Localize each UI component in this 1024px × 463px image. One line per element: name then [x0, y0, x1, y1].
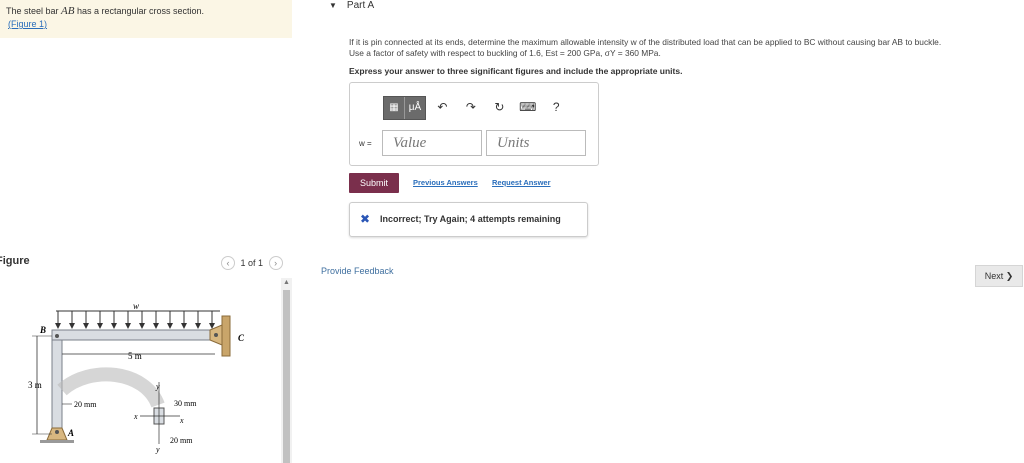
feedback-box: ✖ Incorrect; Try Again; 4 attempts remai…: [349, 202, 588, 237]
problem-line-1: If it is pin connected at its ends, dete…: [349, 37, 942, 47]
intro-text: The steel bar AB has a rectangular cross…: [6, 6, 204, 17]
math-toolbar: ▦ μÅ ↶ ↷ ↻ ⌨ ?: [383, 96, 568, 120]
variable-label: w =: [359, 139, 372, 148]
reset-icon[interactable]: ↻: [487, 96, 511, 118]
keyboard-icon[interactable]: ⌨: [516, 96, 540, 118]
scroll-thumb[interactable]: [283, 290, 290, 463]
label-axis-x-left: x: [133, 412, 138, 421]
intro-bar-name: AB: [61, 5, 75, 17]
label-w: w: [133, 301, 139, 311]
provide-feedback-link[interactable]: Provide Feedback: [321, 266, 394, 276]
label-span: 5 m: [128, 351, 142, 361]
beam-bc: [51, 329, 221, 341]
scroll-up-icon[interactable]: ▲: [281, 278, 292, 288]
chevron-right-icon: ❯: [1005, 271, 1014, 281]
units-icon[interactable]: μÅ: [405, 97, 425, 119]
toolbar-group: ▦ μÅ: [383, 96, 426, 120]
intro-text-after: has a rectangular cross section.: [74, 6, 205, 16]
label-c: C: [238, 333, 245, 343]
figure-scrollbar[interactable]: ▲: [281, 278, 292, 463]
problem-line-2: Use a factor of safety with respect to b…: [349, 48, 661, 58]
problem-statement: If it is pin connected at its ends, dete…: [349, 37, 1019, 59]
figure-pager: ‹ 1 of 1 ›: [221, 256, 283, 270]
label-a: A: [67, 428, 74, 438]
figure-title: Figure: [0, 255, 30, 267]
template-icon[interactable]: ▦: [384, 97, 404, 119]
collapse-triangle-icon[interactable]: ▼: [329, 1, 337, 10]
undo-icon[interactable]: ↶: [430, 96, 454, 118]
submit-button[interactable]: Submit: [349, 173, 399, 193]
help-icon[interactable]: ?: [544, 96, 568, 118]
answer-box: ▦ μÅ ↶ ↷ ↻ ⌨ ? w = Value Units: [349, 82, 599, 166]
intro-banner: The steel bar AB has a rectangular cross…: [0, 0, 292, 38]
intro-text-before: The steel bar: [6, 6, 62, 16]
label-axis-y-bottom: y: [155, 445, 160, 454]
instruction: Express your answer to three significant…: [349, 66, 683, 76]
chevron-right-icon[interactable]: ›: [268, 256, 283, 270]
figure-link[interactable]: (Figure 1): [8, 19, 47, 29]
units-input[interactable]: Units: [486, 130, 586, 156]
wall-c: [221, 315, 231, 357]
part-a-header[interactable]: ▼ Part A: [329, 0, 374, 11]
label-axis-x-right: x: [179, 416, 184, 425]
chevron-left-icon[interactable]: ‹: [221, 256, 235, 270]
next-button[interactable]: Next ❯: [975, 265, 1023, 287]
label-section-height: 30 mm: [174, 399, 197, 408]
incorrect-x-icon: ✖: [360, 212, 371, 226]
feedback-message: Incorrect; Try Again; 4 attempts remaini…: [380, 214, 561, 224]
next-label: Next: [984, 271, 1004, 281]
request-answer-link[interactable]: Request Answer: [492, 178, 551, 187]
previous-answers-link[interactable]: Previous Answers: [413, 178, 478, 187]
part-title: Part A: [346, 0, 375, 11]
label-axis-y-top: y: [155, 382, 160, 391]
pager-text: 1 of 1: [240, 258, 264, 268]
label-width-side: 20 mm: [74, 400, 97, 409]
figure-diagram: w B C A 5 m 3 m 20 mm 30 mm 20 mm x x y …: [28, 301, 245, 454]
label-b: B: [39, 325, 46, 335]
redo-icon[interactable]: ↷: [459, 96, 483, 118]
value-input[interactable]: Value: [382, 130, 482, 156]
label-section-width: 20 mm: [170, 436, 193, 445]
label-height: 3 m: [28, 380, 42, 390]
